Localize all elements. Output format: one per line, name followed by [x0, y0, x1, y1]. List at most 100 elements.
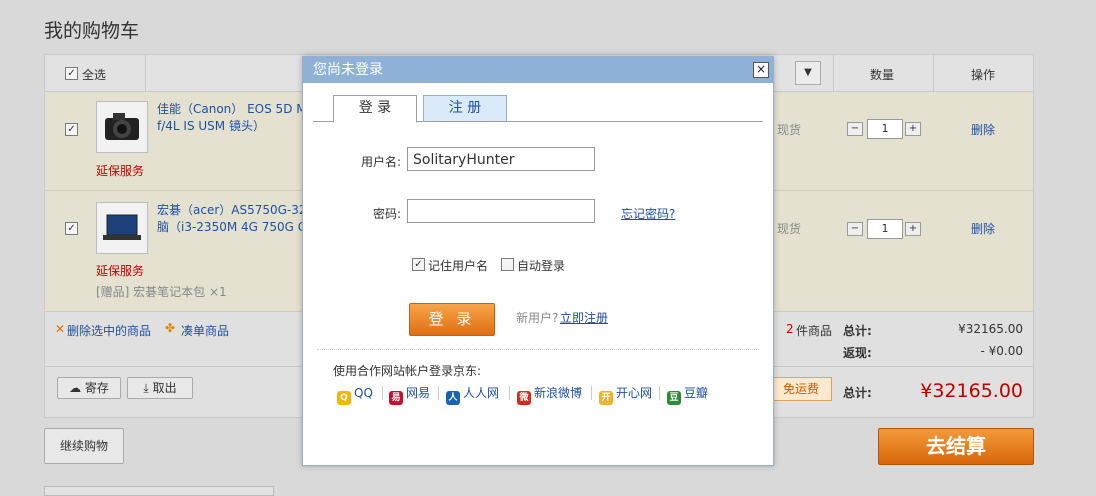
partner-divider — [509, 386, 510, 400]
puzzle-icon: ✤ — [165, 321, 176, 335]
auto-login-checkbox[interactable] — [501, 258, 514, 271]
register-now-link[interactable]: 立即注册 — [560, 309, 608, 326]
auto-login-label: 自动登录 — [517, 259, 566, 273]
modal-title: 您尚未登录 — [313, 62, 383, 78]
quantity-stepper: − 1 + — [847, 219, 943, 239]
partner-qq-label: QQ — [354, 386, 373, 400]
partner-douban-label: 豆瓣 — [684, 386, 709, 400]
header-divider — [833, 55, 834, 91]
continue-shopping-button[interactable]: 继续购物 — [44, 428, 124, 464]
renren-icon: 人 — [446, 391, 460, 405]
username-field[interactable]: SolitaryHunter — [407, 147, 595, 171]
checkout-button[interactable]: 去结算 — [878, 428, 1034, 465]
select-all-checkbox[interactable]: ✓ — [65, 67, 78, 80]
partner-kaixin[interactable]: 开开心网 — [599, 385, 653, 405]
partner-divider — [382, 386, 383, 400]
add-items-link[interactable]: 凑单商品 — [181, 322, 229, 339]
warranty-service[interactable]: 延保服务 — [96, 162, 144, 179]
quantity-input[interactable]: 1 — [867, 219, 903, 239]
rebate-value: - ¥0.00 — [980, 344, 1024, 358]
page-title: 我的购物车 — [44, 20, 140, 42]
item-checkbox[interactable]: ✓ — [65, 123, 78, 136]
partner-intro: 使用合作网站帐户登录京东: — [333, 364, 482, 378]
login-button[interactable]: 登 录 — [409, 303, 495, 336]
delete-x-icon: ✕ — [55, 322, 66, 336]
qq-icon: Q — [337, 391, 351, 405]
section-divider — [317, 349, 759, 350]
warranty-service[interactable]: 延保服务 — [96, 262, 144, 279]
select-all-label: 全选 — [82, 68, 107, 82]
partner-douban[interactable]: 豆豆瓣 — [667, 385, 709, 405]
save-button[interactable]: ☁ 寄存 — [57, 377, 121, 399]
grand-total-value: ¥32165.00 — [920, 380, 1023, 402]
username-label: 用户名: — [360, 155, 401, 169]
camera-icon — [105, 113, 139, 140]
item-count-suffix: 件商品 — [796, 324, 833, 338]
partner-netease[interactable]: 易网易 — [389, 385, 431, 405]
password-label: 密码: — [372, 207, 401, 221]
minus-icon[interactable]: − — [847, 222, 863, 236]
plus-icon[interactable]: + — [905, 222, 921, 236]
partner-renren[interactable]: 人人人网 — [446, 385, 500, 405]
weibo-icon: 微 — [517, 391, 531, 405]
chevron-down-icon[interactable]: ▼ — [795, 61, 821, 85]
action-header: 操作 — [971, 68, 996, 82]
delete-link[interactable]: 删除 — [971, 121, 995, 138]
delete-link[interactable]: 删除 — [971, 220, 995, 237]
tab-login[interactable]: 登 录 — [333, 95, 417, 123]
modal-header: 您尚未登录 — [303, 57, 773, 83]
gift-item: [赠品] 宏碁笔记本包 ×1 — [96, 285, 227, 299]
rebate-label: 返现: — [843, 346, 872, 360]
partner-qq[interactable]: Q QQ — [337, 385, 373, 405]
partner-divider — [438, 386, 439, 400]
login-modal: 您尚未登录 × 登 录 注 册 用户名: SolitaryHunter 密码: … — [302, 56, 774, 466]
partner-renren-label: 人人网 — [463, 386, 500, 400]
take-out-button-label: 取出 — [152, 381, 177, 395]
grand-total-label: 总计: — [843, 386, 872, 400]
tab-register[interactable]: 注 册 — [423, 95, 507, 122]
remember-username-label: 记住用户名 — [428, 259, 489, 273]
minus-icon[interactable]: − — [847, 122, 863, 136]
forgot-password-link[interactable]: 忘记密码? — [621, 205, 675, 222]
kaixin-icon: 开 — [599, 391, 613, 405]
tab-register-label: 注 册 — [448, 100, 482, 116]
partner-divider — [591, 386, 592, 400]
product-thumbnail[interactable] — [96, 202, 148, 254]
douban-icon: 豆 — [667, 391, 681, 405]
stock-status: 现货 — [777, 222, 802, 236]
product-name[interactable]: 脑（i3-2350M 4G 750G GT — [157, 219, 314, 236]
item-count: 2 — [786, 322, 794, 336]
close-icon[interactable]: × — [753, 62, 769, 78]
remember-username-checkbox[interactable]: ✓ — [412, 258, 425, 271]
new-user-text: 新用户? — [516, 311, 559, 325]
product-name[interactable]: f/4L IS USM 镜头） — [157, 118, 265, 135]
free-shipping-badge[interactable]: 免运费 — [770, 377, 832, 401]
quantity-stepper: − 1 + — [847, 119, 943, 139]
free-shipping-label: 免运费 — [782, 382, 819, 396]
laptop-icon — [103, 214, 141, 240]
netease-icon: 易 — [389, 391, 403, 405]
header-divider — [933, 55, 934, 91]
plus-icon[interactable]: + — [905, 122, 921, 136]
product-name[interactable]: 佳能（Canon） EOS 5D M — [157, 101, 307, 118]
partner-netease-label: 网易 — [406, 386, 431, 400]
partner-divider — [659, 386, 660, 400]
item-checkbox[interactable]: ✓ — [65, 222, 78, 235]
product-name[interactable]: 宏碁（acer）AS5750G-32 — [157, 202, 307, 219]
partner-kaixin-label: 开心网 — [616, 386, 653, 400]
partner-weibo-label: 新浪微博 — [534, 386, 583, 400]
delete-selected-link[interactable]: 删除选中的商品 — [67, 322, 151, 339]
quantity-header: 数量 — [870, 68, 895, 82]
product-thumbnail[interactable] — [96, 101, 148, 153]
save-button-label: 寄存 — [84, 381, 109, 395]
bottom-panel-edge — [44, 486, 274, 496]
stock-status: 现货 — [777, 123, 802, 137]
subtotal-value: ¥32165.00 — [958, 322, 1023, 336]
header-divider — [145, 55, 146, 91]
take-out-button[interactable]: ⤓ 取出 — [127, 377, 193, 399]
subtotal-label: 总计: — [843, 324, 872, 338]
password-field[interactable] — [407, 199, 595, 223]
partner-weibo[interactable]: 微新浪微博 — [517, 385, 583, 405]
cloud-upload-icon: ☁ — [69, 381, 82, 395]
quantity-input[interactable]: 1 — [867, 119, 903, 139]
